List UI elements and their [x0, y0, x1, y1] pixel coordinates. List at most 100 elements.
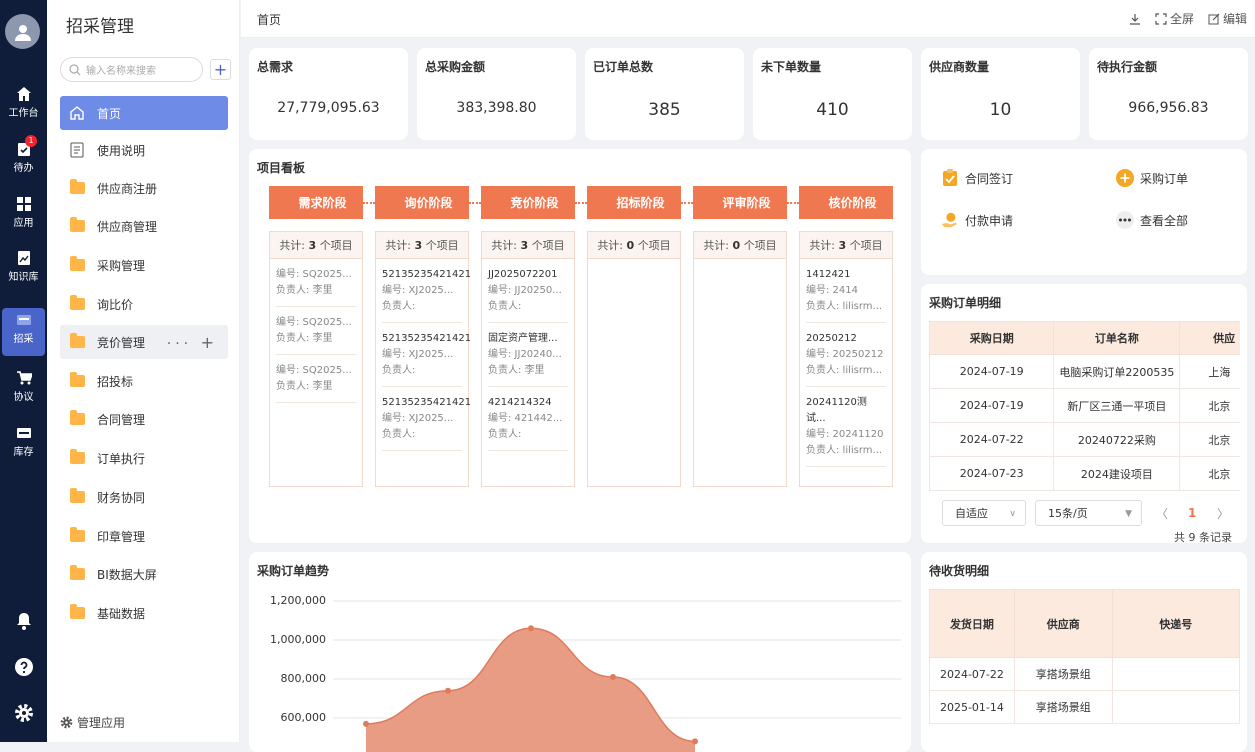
- stage-0[interactable]: 需求阶段: [269, 186, 363, 219]
- stage-connector: [575, 202, 587, 204]
- table-row[interactable]: 2024-07-22 享搭场景组: [929, 657, 1240, 691]
- column-header[interactable]: 供应: [1179, 321, 1240, 355]
- stage-4[interactable]: 评审阶段: [693, 186, 787, 219]
- project-item[interactable]: 4214214324 编号: 421442... 负责人:: [488, 387, 568, 451]
- rail-item-label: 待办: [13, 163, 34, 174]
- fit-select[interactable]: 自适应 ∨: [942, 500, 1026, 526]
- nav-item-actions[interactable]: ··· +: [167, 333, 218, 352]
- stage-count: 共计: 0 个项目: [694, 232, 786, 259]
- trend-point[interactable]: [363, 720, 369, 727]
- fullscreen-icon: [1155, 12, 1167, 25]
- nav-item-label: 供应商管理: [97, 219, 158, 234]
- edit-icon: [1208, 13, 1220, 24]
- count-suffix: 个项目: [425, 239, 459, 252]
- edit-button[interactable]: 编辑: [1208, 10, 1247, 27]
- rail-item-todo[interactable]: 1 待办: [0, 135, 47, 185]
- table-row[interactable]: 2025-01-14 享搭场景组: [929, 690, 1240, 724]
- nav-item-12[interactable]: BI数据大屏: [60, 557, 228, 591]
- download-button[interactable]: [1129, 13, 1141, 25]
- rail-item-inventory[interactable]: 库存: [0, 421, 47, 469]
- project-item[interactable]: 52135235421421 编号: XJ2025... 负责人:: [382, 323, 471, 387]
- add-menu-button[interactable]: +: [210, 59, 231, 80]
- stat-value: 27,779,095.63: [277, 100, 380, 116]
- project-code: 编号: JJ20240...: [488, 349, 562, 360]
- column-header[interactable]: 采购日期: [929, 321, 1055, 355]
- project-owner: 负责人: lilisrm...: [806, 365, 883, 376]
- user-avatar[interactable]: [5, 14, 40, 49]
- project-item[interactable]: 编号: SQ2025... 负责人: 李里: [276, 307, 356, 355]
- help-button[interactable]: [0, 657, 47, 680]
- chevron-left-icon: 〈: [1156, 507, 1169, 521]
- column-header[interactable]: 发货日期: [929, 589, 1015, 658]
- nav-item-8[interactable]: 合同管理: [60, 402, 228, 436]
- rail-item-procurement[interactable]: 招采: [2, 308, 45, 356]
- project-item[interactable]: 52135235421421 编号: XJ2025... 负责人:: [382, 259, 471, 323]
- table-row[interactable]: 2024-07-23 2024建设项目 北京: [929, 456, 1240, 491]
- nav-item-11[interactable]: 印章管理: [60, 519, 228, 553]
- manage-apps-button[interactable]: 管理应用: [60, 714, 125, 731]
- payment-icon: [941, 211, 959, 229]
- trend-point[interactable]: [528, 625, 534, 632]
- settings-button[interactable]: [0, 703, 47, 726]
- nav-item-2[interactable]: 供应商注册: [60, 171, 228, 205]
- project-item[interactable]: 编号: SQ2025... 负责人: 李里: [276, 355, 356, 403]
- nav-item-7[interactable]: 招投标: [60, 364, 228, 398]
- quick-action-1[interactable]: 采购订单: [1116, 169, 1188, 187]
- manage-apps-label: 管理应用: [77, 716, 126, 730]
- stage-3[interactable]: 招标阶段: [587, 186, 681, 219]
- quick-action-0[interactable]: 合同签订: [941, 169, 1013, 187]
- project-item[interactable]: 1412421 编号: 2414 负责人: lilisrm...: [806, 259, 886, 323]
- order-trend-card: 采购订单趋势 1,200,000 1,000,000 800,000 600,000: [249, 552, 911, 752]
- rail-item-agreement[interactable]: 协议: [0, 366, 47, 414]
- table-row[interactable]: 2024-07-19 新厂区三通一平项目 北京: [929, 388, 1240, 423]
- column-header[interactable]: 供应商: [1013, 589, 1113, 658]
- stage-1[interactable]: 询价阶段: [375, 186, 469, 219]
- nav-item-3[interactable]: 供应商管理: [60, 209, 228, 243]
- nav-item-4[interactable]: 采购管理: [60, 248, 228, 282]
- project-title: JJ2025072201: [488, 269, 558, 280]
- stage-5[interactable]: 核价阶段: [799, 186, 893, 219]
- rail-item-label: 知识库: [8, 272, 39, 283]
- notification-button[interactable]: [0, 611, 47, 634]
- column-header[interactable]: 订单名称: [1053, 321, 1181, 355]
- trend-point[interactable]: [445, 687, 451, 694]
- project-item[interactable]: 编号: SQ2025... 负责人: 李里: [276, 259, 356, 307]
- nav-item-5[interactable]: 询比价: [60, 287, 228, 321]
- project-item[interactable]: 20241120测试... 编号: 20241120 负责人: lilisrm...: [806, 387, 886, 467]
- trend-point[interactable]: [610, 674, 616, 681]
- page-size-select[interactable]: 15条/页 ▼: [1035, 500, 1142, 526]
- top-bar: 首页 全屏 编辑: [241, 0, 1255, 38]
- nav-item-0[interactable]: 首页: [60, 96, 228, 130]
- table-cell: 2024-07-19: [929, 354, 1055, 389]
- stage-2[interactable]: 竞价阶段: [481, 186, 575, 219]
- next-page-button[interactable]: 〉: [1217, 505, 1229, 522]
- stat-card-0: 总需求 27,779,095.63: [249, 48, 408, 140]
- fullscreen-button[interactable]: 全屏: [1155, 10, 1194, 27]
- quick-action-3[interactable]: 查看全部: [1116, 211, 1188, 229]
- rail-item-workbench[interactable]: 工作台: [0, 82, 47, 130]
- project-item[interactable]: 20250212 编号: 20250212 负责人: lilisrm...: [806, 323, 886, 387]
- trend-point[interactable]: [692, 738, 698, 745]
- nav-item-9[interactable]: 订单执行: [60, 441, 228, 475]
- table-row[interactable]: 2024-07-22 20240722采购 北京: [929, 422, 1240, 457]
- download-icon: [1129, 13, 1140, 25]
- nav-item-label: 招投标: [97, 374, 134, 389]
- project-item[interactable]: 固定资产管理... 编号: JJ20240... 负责人: 李里: [488, 323, 568, 387]
- quick-action-2[interactable]: 付款申请: [941, 211, 1013, 229]
- table-row[interactable]: 2024-07-19 电脑采购订单2200535 上海: [929, 354, 1240, 389]
- project-item[interactable]: 52135235421421 编号: XJ2025... 负责人:: [382, 387, 471, 451]
- search-input[interactable]: 输入名称来搜索: [60, 57, 203, 82]
- rail-item-apps[interactable]: 应用: [0, 192, 47, 240]
- nav-item-1[interactable]: 使用说明: [60, 133, 228, 167]
- column-header[interactable]: 快递号: [1111, 589, 1240, 658]
- current-page[interactable]: 1: [1188, 506, 1196, 520]
- nav-item-13[interactable]: 基础数据: [60, 596, 228, 630]
- nav-item-10[interactable]: 财务协同: [60, 480, 228, 514]
- folder-icon: [68, 604, 86, 622]
- app-rail: 工作台 1 待办 应用 知识库 招采 协议 库存: [0, 0, 47, 742]
- nav-item-6[interactable]: 竞价管理 ··· +: [60, 325, 228, 359]
- rail-item-knowledge[interactable]: 知识库: [0, 246, 47, 294]
- prev-page-button[interactable]: 〈: [1156, 505, 1168, 522]
- project-item[interactable]: JJ2025072201 编号: JJ20250... 负责人:: [488, 259, 568, 323]
- stat-title: 已订单总数: [593, 60, 654, 74]
